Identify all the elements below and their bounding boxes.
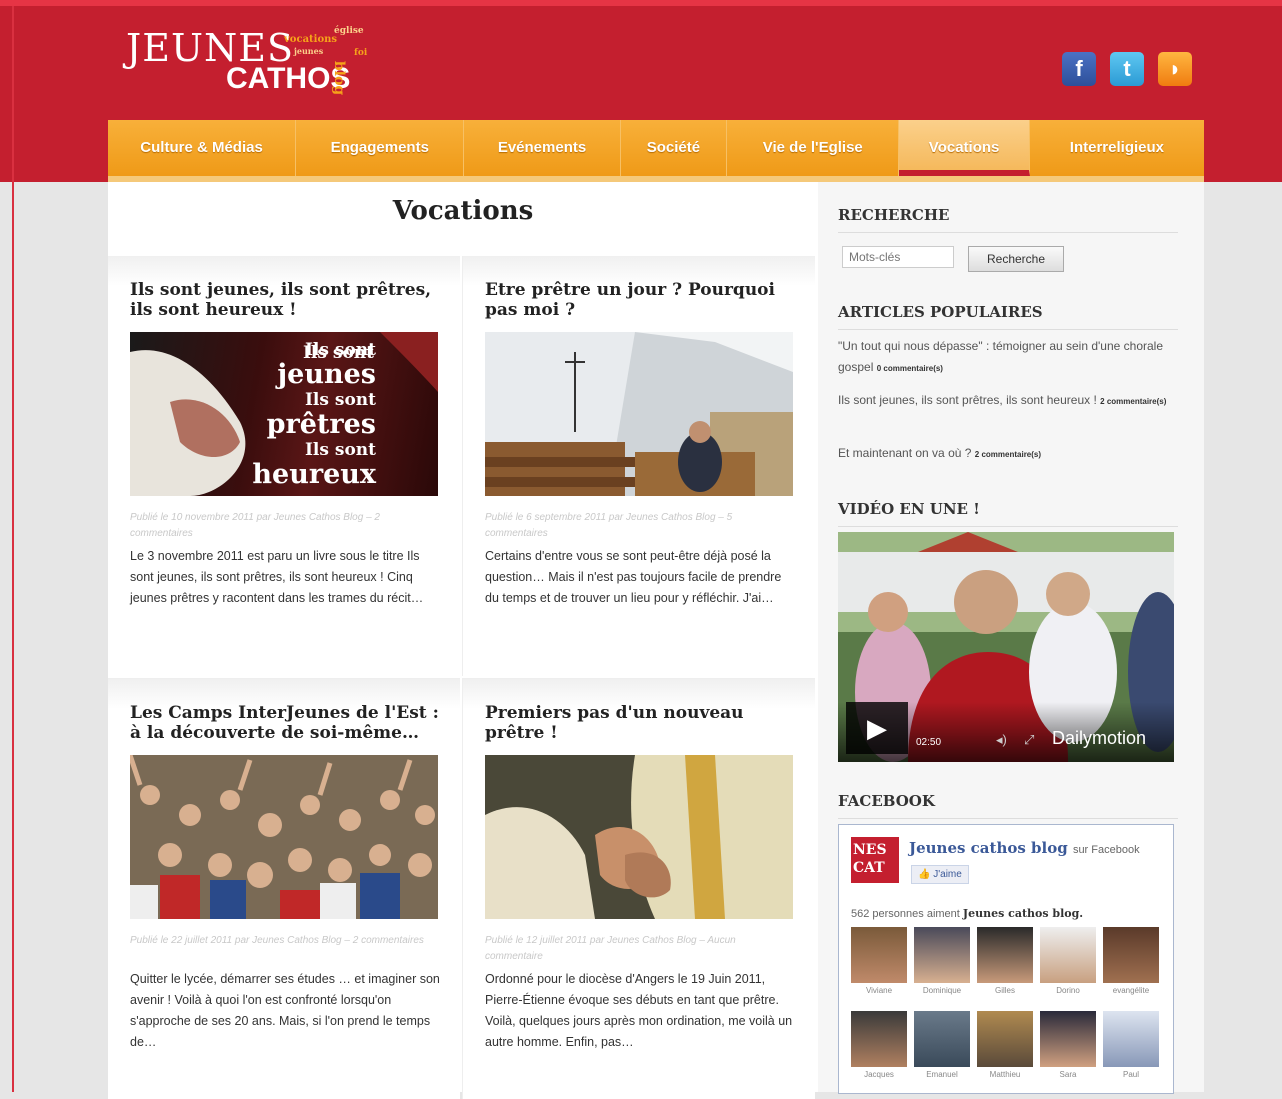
post-thumbnail[interactable]: Ils sont Ils sont jeunes Ils sont prêtre… [130,332,438,496]
page-title: Vocations [392,196,534,226]
fan-avatar[interactable]: Paul [1103,1011,1159,1079]
post-card: Etre prêtre un jour ? Pourquoi pas moi ?… [462,256,815,676]
volume-icon[interactable]: ◂) [996,732,1007,748]
post-thumbnail[interactable] [485,332,793,496]
post-meta: Publié le 6 septembre 2011 par Jeunes Ca… [485,512,733,539]
site-logo[interactable]: JEUNES CATHOS vocations église blog jeun… [126,26,386,116]
thumbs-up-icon: 👍 [918,869,931,880]
ordination-image [485,755,793,919]
post-excerpt: Ordonné pour le diocèse d'Angers le 19 J… [485,972,793,1049]
fb-page-name[interactable]: Jeunes cathos blog sur Facebook [909,839,1140,857]
facebook-widget: NES CAT Jeunes cathos blog sur Facebook … [838,824,1174,1094]
fan-avatar[interactable]: evangélite [1103,927,1159,995]
nav-item-interreligieux[interactable]: Interreligieux [1030,120,1204,176]
nav-item-culture-medias[interactable]: Culture & Médias [108,120,297,176]
post-title[interactable]: Ils sont jeunes, ils sont prêtres, ils s… [130,280,446,320]
nav-item-vie-eglise[interactable]: Vie de l'Eglise [727,120,900,176]
post-thumbnail[interactable] [485,755,793,919]
nav-item-engagements[interactable]: Engagements [296,120,465,176]
post-title[interactable]: Etre prêtre un jour ? Pourquoi pas moi ? [485,280,801,320]
twitter-icon[interactable]: t [1110,52,1144,86]
comment-count: 2 commentaire(s) [974,450,1042,459]
post-excerpt: Le 3 novembre 2011 est paru un livre sou… [130,549,424,605]
fb-like-button[interactable]: 👍 J'aime [911,865,969,884]
nav-item-vocations[interactable]: Vocations [899,120,1030,176]
video-player[interactable]: ▶ 02:50 ◂) ⤢ Dailymotion [838,532,1174,762]
play-icon[interactable]: ▶ [846,702,908,754]
search-input[interactable] [842,246,954,268]
post-meta: Publié le 22 juillet 2011 par Jeunes Cat… [130,935,424,946]
popular-article[interactable]: Et maintenant on va où ? 2 commentaire(s… [838,443,1178,465]
facebook-icon[interactable]: f [1062,52,1096,86]
post-excerpt: Certains d'entre vous se sont peut-être … [485,549,782,605]
crowd-image [130,755,438,919]
nav-item-evenements[interactable]: Evénements [464,120,621,176]
nav-item-societe[interactable]: Société [621,120,728,176]
post-title[interactable]: Les Camps InterJeunes de l'Est : à la dé… [130,703,446,743]
post-title[interactable]: Premiers pas d'un nouveau prêtre ! [485,703,801,743]
fan-avatar[interactable]: Dominique [914,927,970,995]
fan-avatar[interactable]: Dorino [1040,927,1096,995]
facebook-heading: FACEBOOK [838,792,1178,819]
rss-icon[interactable]: ◗ [1158,52,1192,86]
comment-count: 2 commentaire(s) [1100,397,1167,406]
search-heading: RECHERCHE [838,206,1178,233]
fullscreen-icon[interactable]: ⤢ [1024,732,1034,748]
chapel-image [485,332,793,496]
post-excerpt: Quitter le lycée, démarrer ses études … … [130,972,440,1049]
post-meta: Publié le 12 juillet 2011 par Jeunes Cat… [485,935,736,962]
fb-page-logo[interactable]: NES CAT [851,837,899,883]
popular-articles-heading: ARTICLES POPULAIRES [838,303,1178,330]
main-nav: Culture & Médias Engagements Evénements … [108,120,1204,182]
fan-avatar[interactable]: Gilles [977,927,1033,995]
fb-fan-count: 562 personnes aiment Jeunes cathos blog. [851,907,1084,920]
fan-avatar[interactable]: Sara [1040,1011,1096,1079]
fan-avatar[interactable]: Matthieu [977,1011,1033,1079]
post-card: Les Camps InterJeunes de l'Est : à la dé… [108,678,460,1099]
post-meta: Publié le 10 novembre 2011 par Jeunes Ca… [130,512,380,539]
popular-article-link[interactable]: Ils sont jeunes, ils sont prêtres, ils s… [838,393,1097,407]
fan-avatar[interactable]: Viviane [851,927,907,995]
fan-avatar[interactable]: Jacques [851,1011,907,1079]
popular-article[interactable]: Ils sont jeunes, ils sont prêtres, ils s… [838,390,1178,412]
dailymotion-logo[interactable]: Dailymotion [1052,728,1146,749]
search-button[interactable]: Recherche [968,246,1064,272]
video-time: 02:50 [916,737,942,748]
video-heading: VIDÉO EN UNE ! [838,500,1178,527]
post-card: Premiers pas d'un nouveau prêtre ! Publi… [462,678,815,1099]
fan-avatar[interactable]: Emanuel [914,1011,970,1079]
post-thumbnail[interactable] [130,755,438,919]
logo-word-cloud: vocations église blog jeunes foi [284,26,368,96]
popular-article[interactable]: "Un tout qui nous dépasse" : témoigner a… [838,336,1178,379]
popular-article-link[interactable]: Et maintenant on va où ? [838,446,971,460]
comment-count: 0 commentaire(s) [876,364,943,373]
post-card: Ils sont jeunes, ils sont prêtres, ils s… [108,256,460,676]
